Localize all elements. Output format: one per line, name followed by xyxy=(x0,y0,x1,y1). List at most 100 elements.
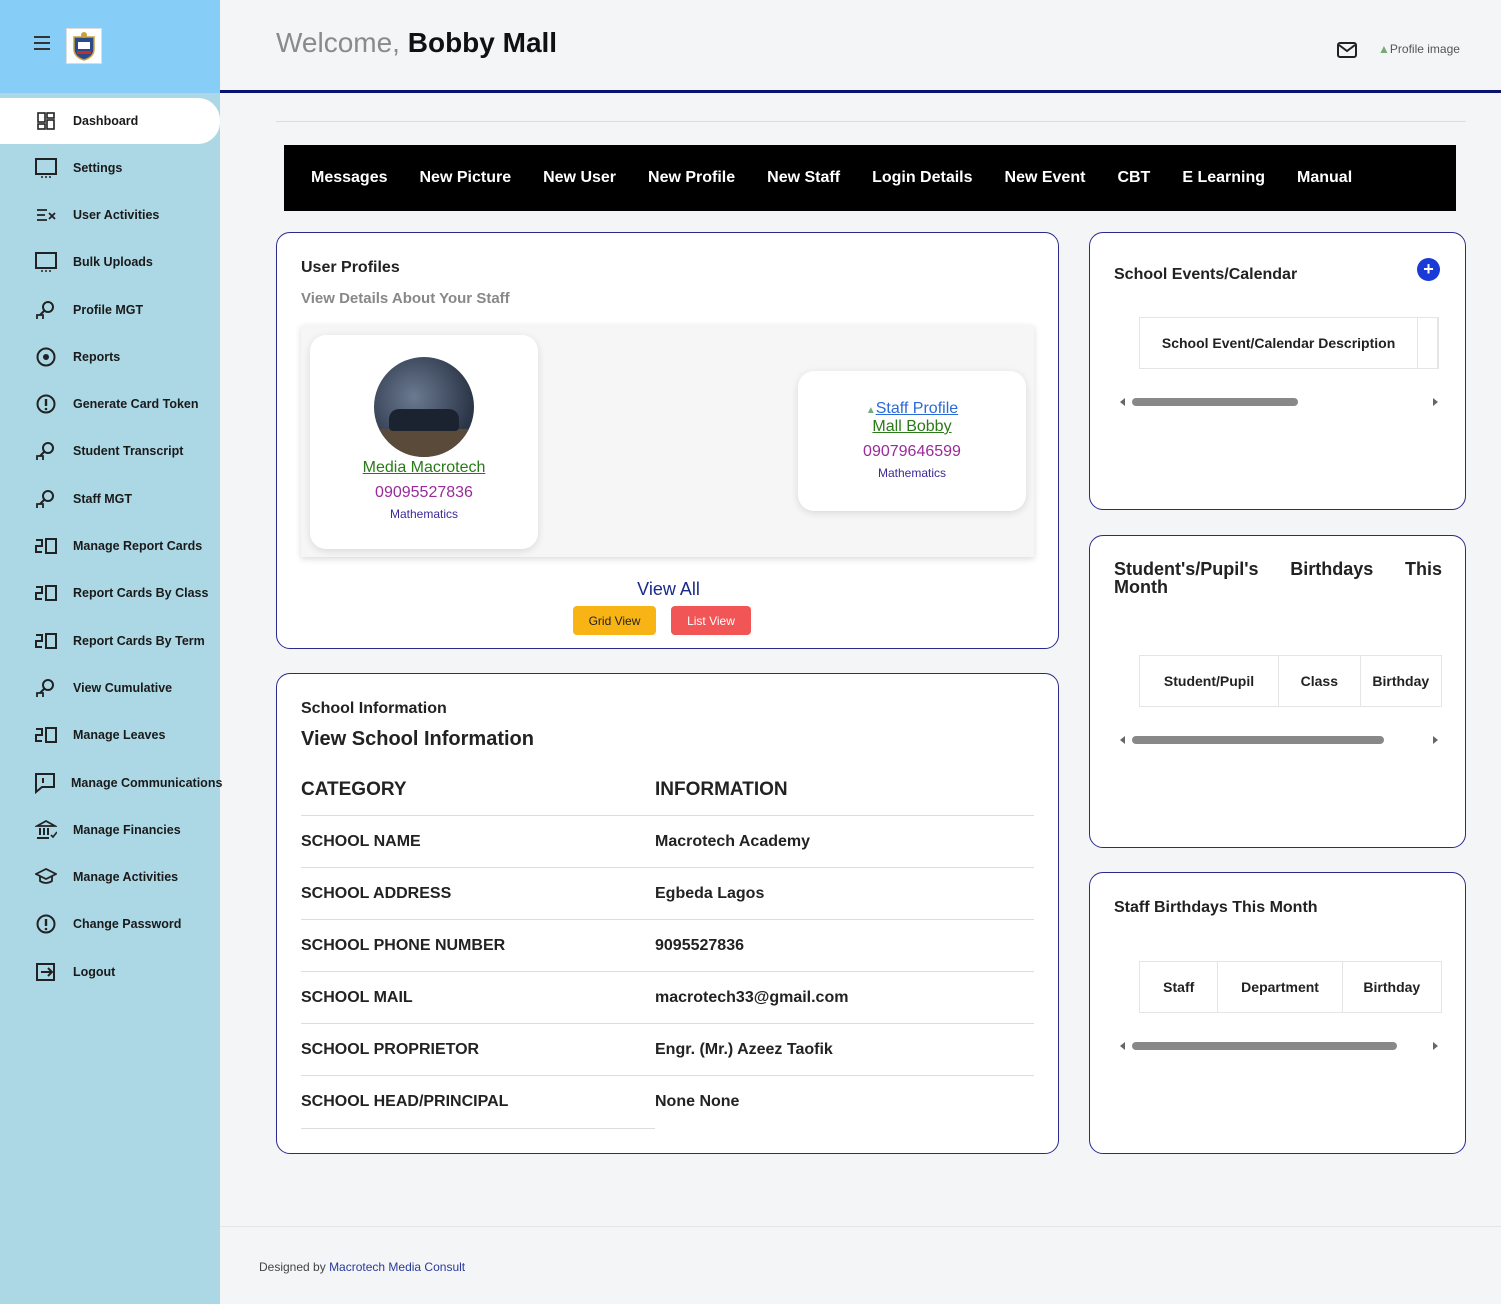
staff-name-link[interactable]: Mall Bobby xyxy=(798,418,1026,436)
sidebar-item-label: Report Cards By Term xyxy=(73,633,205,648)
report-card-icon xyxy=(34,723,58,747)
report-card-icon xyxy=(34,629,58,653)
column-header-event-description: School Event/Calendar Description xyxy=(1140,318,1419,368)
sidebar-item-manage-financies[interactable]: Manage Financies xyxy=(0,806,220,853)
sidebar-item-label: Dashboard xyxy=(73,114,139,128)
sidebar-item-label: Profile MGT xyxy=(73,302,144,317)
column-header-category: CATEGORY xyxy=(301,778,407,800)
bank-icon xyxy=(34,818,58,842)
sidebar-item-staff-mgt[interactable]: Staff MGT xyxy=(0,475,220,522)
student-birthdays-title: Student's/Pupil's Birthdays This Month xyxy=(1114,559,1442,597)
sidebar-item-logout[interactable]: Logout xyxy=(0,948,220,995)
chat-icon xyxy=(34,771,56,795)
mail-icon[interactable] xyxy=(1336,40,1358,60)
sidebar-item-manage-communications[interactable]: Manage Communications xyxy=(0,759,223,806)
school-logo[interactable] xyxy=(66,28,102,64)
column-header-class: Class xyxy=(1279,656,1361,706)
scrollbar-thumb[interactable] xyxy=(1132,398,1298,406)
staff-profile-image[interactable]: ▲Staff Profile xyxy=(798,400,1026,418)
staff-profile-card[interactable]: Media Macrotech 09095527836 Mathematics xyxy=(310,335,538,549)
broken-image-icon: ▲ xyxy=(1378,42,1390,56)
profile-image[interactable]: ▲Profile image xyxy=(1378,42,1460,56)
scroll-right-icon[interactable] xyxy=(1433,1042,1438,1050)
toolbar-link-manual[interactable]: Manual xyxy=(1297,169,1352,187)
toolbar-link-cbt[interactable]: CBT xyxy=(1117,169,1150,187)
toolbar-link-new-event[interactable]: New Event xyxy=(1005,169,1086,187)
grid-view-button[interactable]: Grid View xyxy=(573,606,656,635)
footer: Designed by Macrotech Media Consult xyxy=(220,1226,1501,1304)
view-all-link[interactable]: View All xyxy=(277,579,1060,600)
sidebar-item-manage-activities[interactable]: Manage Activities xyxy=(0,853,220,900)
info-circle-icon xyxy=(34,392,58,416)
scroll-left-icon[interactable] xyxy=(1120,736,1125,744)
broken-image-icon: ▲ xyxy=(865,405,876,416)
row-value: Macrotech Academy xyxy=(655,832,811,850)
toolbar-link-new-user[interactable]: New User xyxy=(543,169,616,187)
row-category: SCHOOL HEAD/PRINCIPAL xyxy=(301,1093,509,1110)
sidebar-item-label: View Cumulative xyxy=(73,680,173,695)
sidebar-item-report-cards-by-class[interactable]: Report Cards By Class xyxy=(0,570,220,617)
scroll-left-icon[interactable] xyxy=(1120,398,1125,406)
school-info-title: School Information xyxy=(301,700,447,717)
sidebar-item-manage-leaves[interactable]: Manage Leaves xyxy=(0,712,220,759)
plus-icon: + xyxy=(1423,259,1434,279)
top-header: Welcome, Bobby Mall ▲Profile image xyxy=(220,0,1501,93)
toolbar-link-new-profile[interactable]: New Profile xyxy=(648,169,735,187)
horizontal-scrollbar[interactable] xyxy=(1120,395,1438,409)
column-header-birthday: Birthday xyxy=(1363,979,1421,995)
sidebar-item-label: Manage Activities xyxy=(73,870,179,885)
sidebar-item-generate-card-token[interactable]: Generate Card Token xyxy=(0,380,220,427)
scrollbar-thumb[interactable] xyxy=(1132,1042,1397,1050)
table-header-row: CATEGORY INFORMATION xyxy=(301,764,1034,816)
report-card-icon xyxy=(34,534,58,558)
list-view-button[interactable]: List View xyxy=(671,606,751,635)
user-name: Bobby Mall xyxy=(407,27,558,58)
footer-credit: Designed by Macrotech Media Consult xyxy=(259,1260,466,1274)
staff-phone: 09095527836 xyxy=(375,484,473,501)
sidebar-nav: Dashboard Settings User Activities Bulk Upl… xyxy=(0,98,223,995)
sidebar-item-label: Manage Financies xyxy=(73,822,181,837)
toolbar-link-new-staff[interactable]: New Staff xyxy=(767,169,840,187)
monitor-icon xyxy=(34,250,58,274)
info-circle-icon xyxy=(34,912,58,936)
radio-circle-icon xyxy=(34,345,58,369)
scrollbar-thumb[interactable] xyxy=(1132,736,1384,744)
add-event-button[interactable]: + xyxy=(1417,258,1440,281)
sidebar-item-change-password[interactable]: Change Password xyxy=(0,901,220,948)
column-header-staff: Staff xyxy=(1140,962,1219,1012)
staff-profile-card[interactable]: ▲Staff Profile Mall Bobby 09079646599 Ma… xyxy=(798,371,1026,511)
row-category: SCHOOL PROPRIETOR xyxy=(301,1040,480,1058)
sidebar-item-settings[interactable]: Settings xyxy=(0,144,220,191)
profiles-carousel: Media Macrotech 09095527836 Mathematics … xyxy=(301,325,1034,557)
sidebar-item-manage-report-cards[interactable]: Manage Report Cards xyxy=(0,522,220,569)
sidebar-item-user-activities[interactable]: User Activities xyxy=(0,191,220,238)
toolbar-link-e-learning[interactable]: E Learning xyxy=(1182,169,1265,187)
horizontal-scrollbar[interactable] xyxy=(1120,733,1438,747)
horizontal-scrollbar[interactable] xyxy=(1120,1039,1438,1053)
school-information-card: School Information View School Informati… xyxy=(276,673,1059,1154)
sidebar-item-label: Change Password xyxy=(73,917,182,932)
sidebar-item-student-transcript[interactable]: Student Transcript xyxy=(0,428,220,475)
sidebar-item-profile-mgt[interactable]: Profile MGT xyxy=(0,286,220,333)
sidebar-item-label: Generate Card Token xyxy=(73,397,199,412)
toolbar-link-login-details[interactable]: Login Details xyxy=(872,169,972,187)
sidebar-item-report-cards-by-term[interactable]: Report Cards By Term xyxy=(0,617,220,664)
sidebar-item-reports[interactable]: Reports xyxy=(0,333,220,380)
sidebar-item-label: Manage Leaves xyxy=(73,728,166,743)
staff-name-link[interactable]: Media Macrotech xyxy=(310,459,538,477)
scroll-right-icon[interactable] xyxy=(1433,398,1438,406)
sidebar-item-bulk-uploads[interactable]: Bulk Uploads xyxy=(0,239,220,286)
monitor-icon xyxy=(34,156,58,180)
toolbar-link-new-picture[interactable]: New Picture xyxy=(420,169,512,187)
sidebar-item-view-cumulative[interactable]: View Cumulative xyxy=(0,664,220,711)
person-search-icon xyxy=(34,439,58,463)
sidebar-item-label: Staff MGT xyxy=(73,491,133,506)
hamburger-menu-icon[interactable] xyxy=(34,36,50,50)
toolbar-link-messages[interactable]: Messages xyxy=(311,169,388,187)
scroll-right-icon[interactable] xyxy=(1433,736,1438,744)
scroll-left-icon[interactable] xyxy=(1120,1042,1125,1050)
footer-link[interactable]: Macrotech Media Consult xyxy=(329,1260,465,1274)
sidebar-item-label: Manage Communications xyxy=(71,775,223,790)
welcome-message: Welcome, Bobby Mall xyxy=(276,27,558,58)
sidebar-item-dashboard[interactable]: Dashboard xyxy=(0,98,220,144)
